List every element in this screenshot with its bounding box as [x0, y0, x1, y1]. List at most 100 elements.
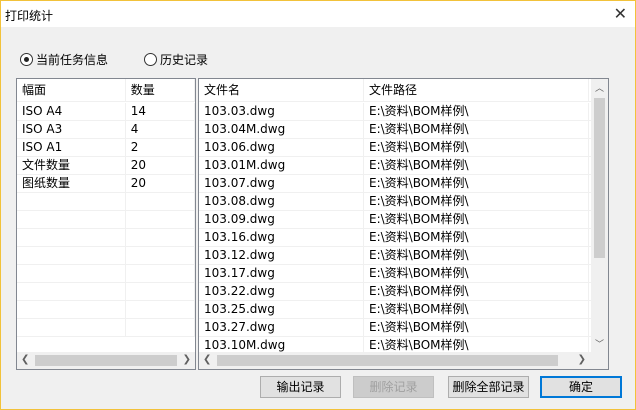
- column-header-path[interactable]: 文件路径: [364, 79, 589, 101]
- table-cell: ISO A4: [17, 103, 126, 120]
- table-row[interactable]: [17, 229, 195, 247]
- table-cell: [126, 193, 195, 210]
- table-row[interactable]: 103.12.dwg E:\资料\BOM样例\: [199, 247, 608, 265]
- table-cell: E:\资料\BOM样例\: [364, 265, 589, 282]
- table-row[interactable]: [17, 211, 195, 229]
- table-cell: 103.09.dwg: [199, 211, 364, 228]
- table-cell: ISO A1: [17, 139, 126, 156]
- table-row[interactable]: 103.22.dwg E:\资料\BOM样例\: [199, 283, 608, 301]
- table-cell: 文件数量: [17, 157, 126, 174]
- column-header-count[interactable]: 数量: [126, 79, 195, 101]
- column-header-filename[interactable]: 文件名: [199, 79, 364, 101]
- files-table: 文件名 文件路径 103.03.dwg E:\资料\BOM样例\ 103.04M.d…: [198, 78, 609, 370]
- scroll-left-icon[interactable]: ❮: [21, 354, 29, 365]
- radio-label: 当前任务信息: [36, 53, 109, 67]
- table-cell: 103.16.dwg: [199, 229, 364, 246]
- scroll-down-icon[interactable]: ﹀: [595, 337, 604, 350]
- table-cell: 20: [126, 157, 195, 174]
- table-cell: 2: [126, 139, 195, 156]
- close-icon[interactable]: ✕: [614, 4, 627, 23]
- table-row[interactable]: 103.06.dwg E:\资料\BOM样例\: [199, 139, 608, 157]
- ok-button[interactable]: 确定: [540, 376, 622, 398]
- table-cell: [17, 247, 126, 264]
- table-row[interactable]: 103.16.dwg E:\资料\BOM样例\: [199, 229, 608, 247]
- table-cell: 103.27.dwg: [199, 319, 364, 336]
- table-cell: [126, 229, 195, 246]
- table-row[interactable]: 103.01M.dwg E:\资料\BOM样例\: [199, 157, 608, 175]
- radio-checked-icon: [20, 53, 33, 66]
- table-cell: 4: [126, 121, 195, 138]
- table-cell: 103.03.dwg: [199, 103, 364, 120]
- table-cell: [126, 301, 195, 318]
- table-cell: [126, 247, 195, 264]
- table-cell: 103.08.dwg: [199, 193, 364, 210]
- table-row[interactable]: [17, 265, 195, 283]
- table-cell: [17, 229, 126, 246]
- table-cell: [17, 193, 126, 210]
- radio-unchecked-icon: [144, 53, 157, 66]
- table-cell: 103.07.dwg: [199, 175, 364, 192]
- table-row[interactable]: [17, 301, 195, 319]
- scroll-thumb[interactable]: [217, 355, 558, 366]
- table-cell: 103.04M.dwg: [199, 121, 364, 138]
- print-stats-dialog: 打印统计 ✕ 当前任务信息 历史记录 幅面 数量 ISO A4 14 ISO A3 4…: [0, 0, 636, 410]
- table-cell: E:\资料\BOM样例\: [364, 229, 589, 246]
- table-row[interactable]: [17, 247, 195, 265]
- table-cell: [17, 301, 126, 318]
- table-cell: E:\资料\BOM样例\: [364, 157, 589, 174]
- table-cell: E:\资料\BOM样例\: [364, 283, 589, 300]
- scroll-thumb[interactable]: [35, 355, 177, 366]
- delete-all-records-button[interactable]: 删除全部记录: [448, 376, 529, 398]
- table-row[interactable]: [17, 283, 195, 301]
- table-row[interactable]: [17, 319, 195, 337]
- table-row[interactable]: [17, 193, 195, 211]
- table-row[interactable]: 103.09.dwg E:\资料\BOM样例\: [199, 211, 608, 229]
- scroll-up-icon[interactable]: ︿: [595, 81, 604, 94]
- radio-current-task[interactable]: 当前任务信息: [20, 51, 108, 68]
- table-cell: 103.12.dwg: [199, 247, 364, 264]
- table-row[interactable]: ISO A3 4: [17, 121, 195, 139]
- table-cell: [17, 265, 126, 282]
- table-row[interactable]: 图纸数量 20: [17, 175, 195, 193]
- table-cell: [126, 319, 195, 336]
- table-cell: 103.01M.dwg: [199, 157, 364, 174]
- table-cell: 14: [126, 103, 195, 120]
- vertical-scrollbar[interactable]: ︿ ﹀: [591, 79, 608, 352]
- table-row[interactable]: 103.04M.dwg E:\资料\BOM样例\: [199, 121, 608, 139]
- radio-label: 历史记录: [160, 53, 209, 67]
- table-row[interactable]: ISO A1 2: [17, 139, 195, 157]
- table-row[interactable]: ISO A4 14: [17, 103, 195, 121]
- scroll-right-icon[interactable]: ❯: [578, 354, 586, 365]
- horizontal-scrollbar[interactable]: ❮ ❯: [17, 352, 195, 369]
- table-cell: 103.06.dwg: [199, 139, 364, 156]
- summary-table: 幅面 数量 ISO A4 14 ISO A3 4 ISO A1 2 文件数量 20 图纸数量 20…: [16, 78, 196, 370]
- table-cell: E:\资料\BOM样例\: [364, 247, 589, 264]
- table-cell: 103.22.dwg: [199, 283, 364, 300]
- table-row[interactable]: 103.17.dwg E:\资料\BOM样例\: [199, 265, 608, 283]
- table-cell: 图纸数量: [17, 175, 126, 192]
- table-row[interactable]: 103.07.dwg E:\资料\BOM样例\: [199, 175, 608, 193]
- scroll-thumb[interactable]: [594, 98, 605, 258]
- table-row[interactable]: 文件数量 20: [17, 157, 195, 175]
- table-row[interactable]: 103.25.dwg E:\资料\BOM样例\: [199, 301, 608, 319]
- table-row[interactable]: 103.27.dwg E:\资料\BOM样例\: [199, 319, 608, 337]
- column-header-size[interactable]: 幅面: [17, 79, 126, 101]
- table-cell: E:\资料\BOM样例\: [364, 121, 589, 138]
- table-cell: 103.25.dwg: [199, 301, 364, 318]
- table-header: 文件名 文件路径: [199, 79, 608, 102]
- radio-history[interactable]: 历史记录: [144, 51, 208, 68]
- table-cell: E:\资料\BOM样例\: [364, 175, 589, 192]
- scroll-right-icon[interactable]: ❯: [183, 354, 191, 365]
- table-cell: ISO A3: [17, 121, 126, 138]
- title-bar: 打印统计 ✕: [1, 1, 635, 27]
- export-records-button[interactable]: 输出记录: [260, 376, 341, 398]
- table-cell: E:\资料\BOM样例\: [364, 193, 589, 210]
- delete-record-button[interactable]: 删除记录: [353, 376, 434, 398]
- table-row[interactable]: 103.08.dwg E:\资料\BOM样例\: [199, 193, 608, 211]
- scroll-left-icon[interactable]: ❮: [203, 354, 211, 365]
- table-cell: E:\资料\BOM样例\: [364, 139, 589, 156]
- table-cell: 20: [126, 175, 195, 192]
- table-row[interactable]: 103.03.dwg E:\资料\BOM样例\: [199, 103, 608, 121]
- table-header: 幅面 数量: [17, 79, 195, 102]
- horizontal-scrollbar[interactable]: ❮ ❯: [199, 352, 608, 369]
